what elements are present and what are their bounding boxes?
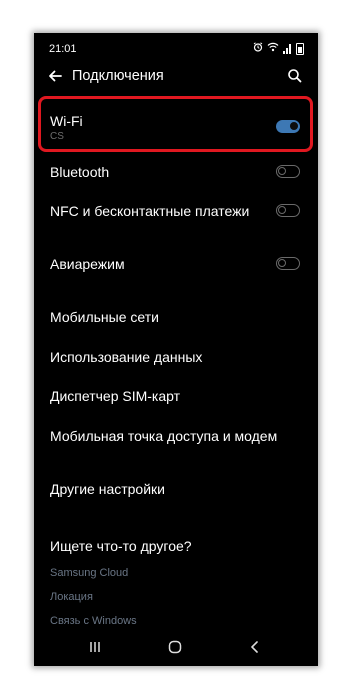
signal-icon (283, 43, 292, 54)
settings-row-nfc[interactable]: NFC и бесконтактные платежи (34, 200, 318, 222)
settings-row-more-settings[interactable]: Другие настройки (34, 478, 318, 500)
back-icon[interactable] (246, 638, 264, 656)
suggestions-heading: Ищете что-то другое? (34, 535, 318, 557)
settings-row-hotspot[interactable]: Мобильная точка доступа и модем (34, 425, 318, 447)
status-bar: 21:01 (34, 33, 318, 61)
menu-label: Использование данных (50, 349, 203, 365)
menu-label: Мобильная точка доступа и модем (50, 428, 278, 444)
app-header: Подключения (34, 63, 318, 91)
settings-row-wifi[interactable]: Wi-Fi CS (34, 107, 318, 145)
toggle-knob (278, 167, 286, 175)
settings-row-mobile-networks[interactable]: Мобильные сети (34, 306, 318, 328)
link-location[interactable]: Локация (50, 591, 93, 603)
wifi-label: Wi-Fi (50, 113, 83, 129)
menu-label: Другие настройки (50, 481, 165, 497)
bluetooth-toggle[interactable] (276, 165, 300, 178)
suggestions-title: Ищете что-то другое? (50, 538, 192, 554)
wifi-toggle[interactable] (276, 120, 300, 133)
link-windows[interactable]: Связь с Windows (50, 615, 137, 627)
menu-label: Мобильные сети (50, 309, 159, 325)
arrow-left-icon[interactable] (46, 67, 64, 85)
nfc-label: NFC и бесконтактные платежи (50, 203, 250, 219)
toggle-knob (278, 259, 286, 267)
search-icon[interactable] (286, 67, 304, 85)
settings-row-bluetooth[interactable]: Bluetooth (34, 161, 318, 183)
bluetooth-label: Bluetooth (50, 164, 110, 180)
home-icon[interactable] (166, 638, 184, 656)
recents-icon[interactable] (86, 638, 104, 656)
battery-icon (296, 42, 304, 55)
airplane-label: Авиарежим (50, 256, 125, 272)
phone-screen: 21:01 Подключения Wi-Fi CS Bluetooth NFC… (34, 33, 318, 666)
toggle-knob (289, 121, 299, 131)
status-time: 21:01 (49, 43, 77, 55)
settings-row-sim-manager[interactable]: Диспетчер SIM-карт (34, 385, 318, 407)
menu-label: Диспетчер SIM-карт (50, 388, 181, 404)
wifi-icon (267, 42, 279, 55)
wifi-network-name: CS (50, 131, 64, 142)
link-samsung-cloud[interactable]: Samsung Cloud (50, 567, 128, 579)
page-title: Подключения (72, 68, 164, 84)
status-icons (253, 42, 304, 55)
alarm-icon (253, 42, 263, 55)
settings-row-data-usage[interactable]: Использование данных (34, 346, 318, 368)
navigation-bar (34, 628, 318, 666)
toggle-knob (278, 206, 286, 214)
nfc-toggle[interactable] (276, 204, 300, 217)
airplane-toggle[interactable] (276, 257, 300, 270)
settings-row-airplane[interactable]: Авиарежим (34, 253, 318, 275)
